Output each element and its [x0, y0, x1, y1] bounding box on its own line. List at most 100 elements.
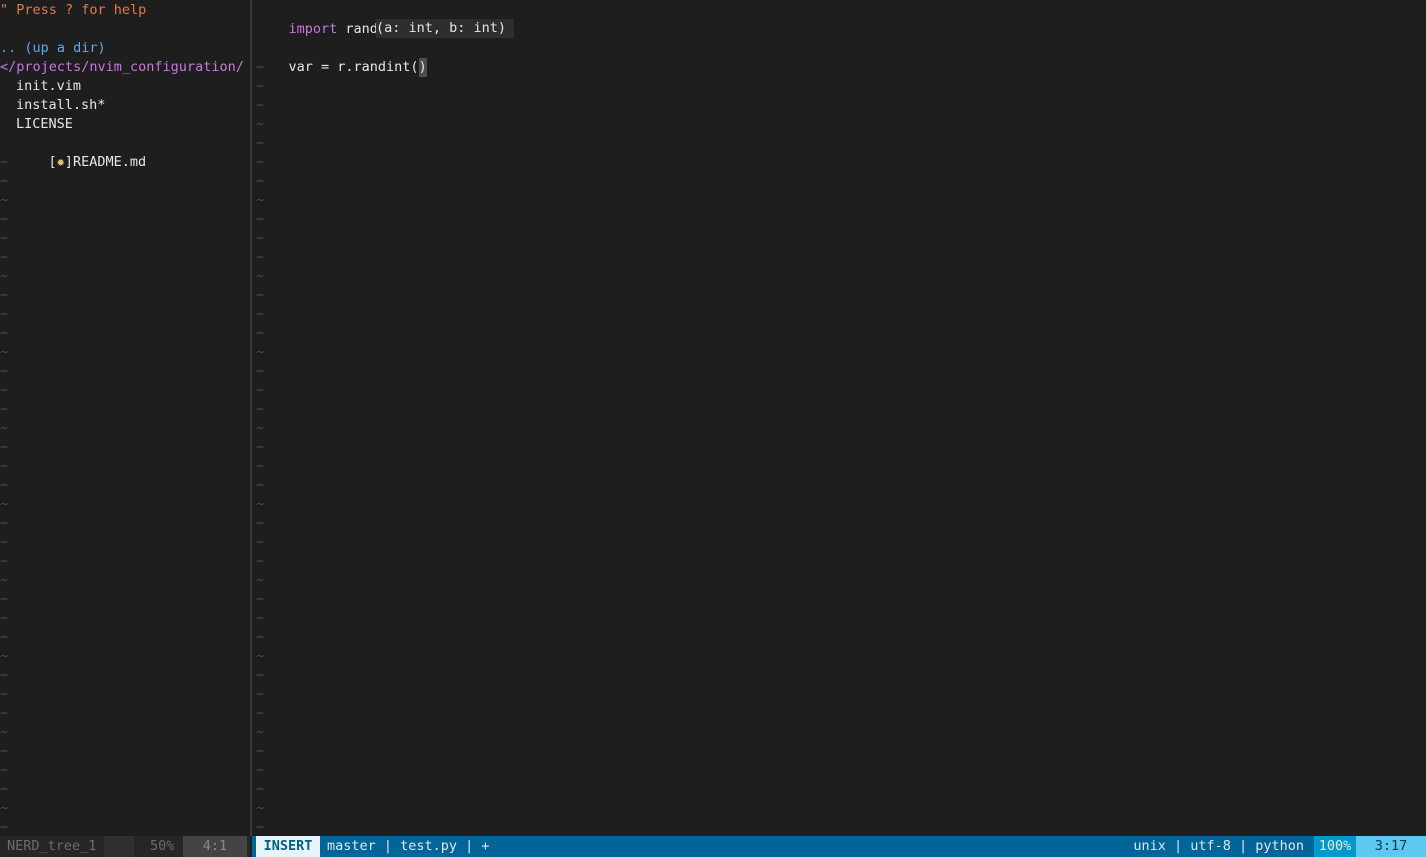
nerdtree-file-install-sh[interactable]: install.sh*: [16, 96, 105, 115]
empty-line-tilde: ~: [0, 572, 9, 588]
statusline-spacer: [104, 836, 134, 857]
empty-line-tilde: ~: [0, 800, 9, 816]
empty-line-tilde: ~: [256, 306, 265, 322]
empty-line-tilde: ~: [256, 382, 265, 398]
empty-line-tilde: ~: [256, 819, 265, 835]
empty-line-tilde: ~: [256, 591, 265, 607]
empty-line-tilde: ~: [256, 496, 265, 512]
empty-line-tilde: ~: [0, 591, 9, 607]
keyword-import: import: [288, 21, 338, 37]
nerdtree-file-readme-label: README.md: [72, 154, 147, 170]
git-status-bracket-close: ]: [64, 154, 73, 170]
empty-line-tilde: ~: [256, 173, 265, 189]
empty-line-tilde: ~: [0, 515, 9, 531]
empty-line-tilde: ~: [256, 743, 265, 759]
empty-line-tilde: ~: [256, 59, 265, 75]
empty-line-tilde: ~: [0, 667, 9, 683]
empty-line-tilde: ~: [256, 762, 265, 778]
empty-line-tilde: ~: [0, 610, 9, 626]
empty-line-tilde: ~: [0, 363, 9, 379]
empty-line-tilde: ~: [256, 667, 265, 683]
empty-line-tilde: ~: [0, 496, 9, 512]
empty-line-tilde: ~: [0, 439, 9, 455]
empty-line-tilde: ~: [256, 287, 265, 303]
editor-statusline: INSERT master | test.py | + unix | utf-8…: [252, 836, 1426, 857]
empty-line-tilde: ~: [0, 648, 9, 664]
empty-line-tilde: ~: [0, 287, 9, 303]
empty-line-tilde: ~: [0, 553, 9, 569]
signature-help-popup: (a: int, b: int): [376, 19, 515, 38]
empty-line-tilde: ~: [256, 553, 265, 569]
empty-line-tilde: ~: [256, 135, 265, 151]
nerdtree-buffer-name: NERD_tree_1: [7, 838, 97, 854]
empty-line-tilde: ~: [256, 534, 265, 550]
nerdtree-file-readme[interactable]: [✹]README.md: [16, 134, 147, 170]
empty-line-tilde: ~: [256, 686, 265, 702]
editor-pane[interactable]: import random as r (a: int, b: int) var …: [252, 0, 1426, 836]
file-format-encoding-type: unix | utf-8 | python: [1133, 838, 1304, 854]
empty-line-tilde: ~: [256, 325, 265, 341]
empty-line-tilde: ~: [256, 420, 265, 436]
mode-indicator: INSERT: [256, 836, 320, 857]
empty-line-tilde: ~: [0, 629, 9, 645]
empty-line-tilde: ~: [0, 724, 9, 740]
nerdtree-file-init-vim[interactable]: init.vim: [16, 77, 81, 96]
code-line-1[interactable]: import random as r: [256, 1, 435, 37]
empty-line-tilde: ~: [0, 382, 9, 398]
empty-line-tilde: ~: [256, 249, 265, 265]
empty-line-tilde: ~: [0, 781, 9, 797]
nerdtree-file-license[interactable]: LICENSE: [16, 115, 73, 134]
empty-line-tilde: ~: [0, 344, 9, 360]
nerdtree-pane[interactable]: " Press ? for help .. (up a dir) </proje…: [0, 0, 250, 836]
empty-line-tilde: ~: [0, 325, 9, 341]
empty-line-tilde: ~: [0, 705, 9, 721]
empty-line-tilde: ~: [0, 154, 9, 170]
text-cursor: ): [418, 58, 427, 77]
empty-line-tilde: ~: [256, 648, 265, 664]
empty-line-tilde: ~: [256, 629, 265, 645]
empty-line-tilde: ~: [0, 230, 9, 246]
nerdtree-scroll-percent: 50%: [150, 838, 175, 854]
empty-line-tilde: ~: [256, 800, 265, 816]
nerdtree-statusline: NERD_tree_1 50% 4:1: [0, 836, 250, 857]
empty-line-tilde: ~: [256, 401, 265, 417]
git-branch-and-filename: master | test.py | +: [327, 838, 490, 854]
empty-line-tilde: ~: [0, 534, 9, 550]
empty-line-tilde: ~: [256, 572, 265, 588]
empty-line-tilde: ~: [256, 458, 265, 474]
empty-line-tilde: ~: [0, 819, 9, 835]
empty-line-tilde: ~: [256, 230, 265, 246]
empty-line-tilde: ~: [0, 401, 9, 417]
empty-line-tilde: ~: [256, 477, 265, 493]
empty-line-tilde: ~: [256, 781, 265, 797]
empty-line-tilde: ~: [256, 211, 265, 227]
empty-line-tilde: ~: [0, 743, 9, 759]
empty-line-tilde: ~: [0, 477, 9, 493]
empty-line-tilde: ~: [0, 192, 9, 208]
empty-line-tilde: ~: [256, 515, 265, 531]
git-status-bracket-open: [: [48, 154, 57, 170]
code-line-3[interactable]: var = r.randint(): [256, 39, 427, 77]
empty-line-tilde: ~: [0, 249, 9, 265]
empty-line-tilde: ~: [256, 344, 265, 360]
empty-line-tilde: ~: [0, 420, 9, 436]
empty-line-tilde: ~: [0, 173, 9, 189]
empty-line-tilde: ~: [0, 268, 9, 284]
empty-line-tilde: ~: [0, 306, 9, 322]
nerdtree-up-dir[interactable]: .. (up a dir): [0, 39, 106, 58]
empty-line-tilde: ~: [256, 116, 265, 132]
empty-line-tilde: ~: [0, 211, 9, 227]
empty-line-tilde: ~: [256, 268, 265, 284]
empty-line-tilde: ~: [256, 724, 265, 740]
empty-line-tilde: ~: [256, 610, 265, 626]
empty-line-tilde: ~: [256, 78, 265, 94]
nerdtree-cursor-position: 4:1: [183, 836, 247, 857]
scroll-percent: 100%: [1314, 836, 1356, 857]
nerdtree-root-dir[interactable]: </projects/nvim_configuration/: [0, 58, 244, 77]
empty-line-tilde: ~: [256, 97, 265, 113]
code-text: var = r.randint(: [288, 59, 419, 75]
empty-line-tilde: ~: [256, 192, 265, 208]
empty-line-tilde: ~: [256, 439, 265, 455]
empty-line-tilde: ~: [256, 705, 265, 721]
git-modified-icon: ✹: [56, 154, 65, 170]
